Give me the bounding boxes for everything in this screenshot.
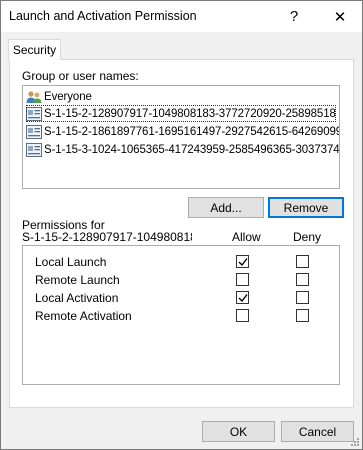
close-icon: ✕ [333,8,347,26]
list-item-sid-3[interactable]: S-1-15-3-1024-1065365-417243959-25854963… [26,141,340,158]
permission-name: Remote Launch [35,273,120,287]
list-item-sid-1[interactable]: S-1-15-2-128907917-1049808183-3772720920… [26,105,336,122]
tab-security[interactable]: Security [8,39,61,60]
deny-checkbox[interactable] [296,255,309,268]
group-users-icon [26,90,42,103]
deny-checkbox[interactable] [296,273,309,286]
unknown-sid-icon [26,142,42,157]
permission-row-remote-launch: Remote Launch [23,271,339,289]
allow-column-header: Allow [232,230,261,244]
list-item-everyone[interactable]: Everyone [26,88,339,105]
cancel-button[interactable]: Cancel [281,421,354,442]
unknown-sid-icon [26,124,42,139]
permission-row-remote-activation: Remote Activation [23,307,339,325]
allow-checkbox[interactable] [236,291,249,304]
list-item-label: S-1-15-3-1024-1065365-417243959-25854963… [44,143,340,156]
list-item-label: S-1-15-2-128907917-1049808183-3772720920… [44,107,336,120]
add-button[interactable]: Add... [188,197,264,218]
help-icon: ? [289,8,299,25]
checkmark-icon [238,258,248,267]
group-user-list[interactable]: Everyone S-1-15-2-128907917-1049808183-3… [22,85,340,189]
group-names-label: Group or user names: [22,69,139,83]
deny-checkbox[interactable] [296,309,309,322]
help-button[interactable]: ? [277,1,311,32]
list-item-label: Everyone [44,90,92,103]
checkmark-icon [238,294,248,303]
remove-button[interactable]: Remove [268,197,344,218]
allow-checkbox[interactable] [236,273,249,286]
ok-button[interactable]: OK [202,421,275,442]
allow-checkbox[interactable] [236,255,249,268]
permissions-principal: S-1-15-2-128907917-1049808183 [22,230,192,244]
permission-name: Local Activation [35,291,119,305]
permission-row-local-activation: Local Activation [23,289,339,307]
list-item-label: S-1-15-2-1861897761-1695161497-292754261… [44,125,340,138]
window-title: Launch and Activation Permission [9,9,197,23]
resize-grip-icon[interactable] [350,437,360,447]
close-button[interactable]: ✕ [323,1,357,32]
permission-dialog: Launch and Activation Permission ? ✕ Sec… [0,0,363,450]
permissions-table: Local Launch Remote Launch Local Activat… [22,245,340,385]
security-panel: Group or user names: Everyone S-1-15-2-1… [9,59,354,408]
deny-column-header: Deny [293,230,322,244]
deny-checkbox[interactable] [296,291,309,304]
allow-checkbox[interactable] [236,309,249,322]
unknown-sid-icon [26,106,42,121]
list-item-sid-2[interactable]: S-1-15-2-1861897761-1695161497-292754261… [26,123,340,140]
permission-row-local-launch: Local Launch [23,253,339,271]
permission-name: Remote Activation [35,309,132,323]
title-bar[interactable]: Launch and Activation Permission ? ✕ [1,1,362,32]
permission-name: Local Launch [35,255,107,269]
